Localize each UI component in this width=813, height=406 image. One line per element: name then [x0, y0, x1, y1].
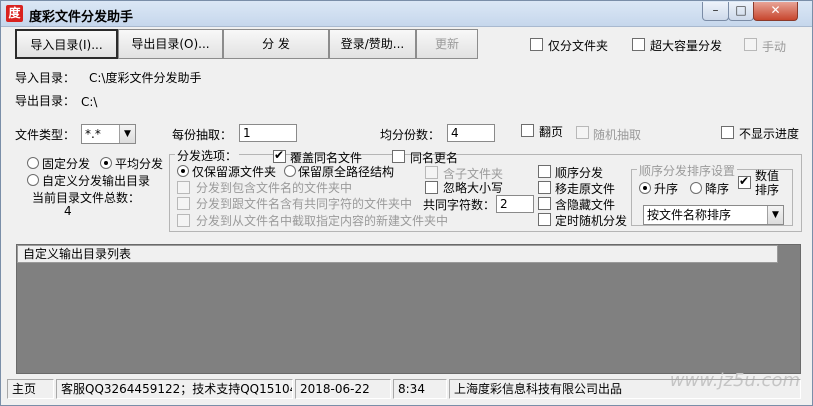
app-logo-icon: 度: [6, 5, 23, 22]
status-support: 客服QQ3264459122；技术支持QQ15104946.: [56, 379, 293, 399]
sequential-checkbox[interactable]: [538, 165, 551, 178]
total-files-value: 4: [64, 204, 72, 218]
sort-by-value: 按文件名称排序: [647, 208, 732, 222]
common-chars-input[interactable]: 2: [496, 195, 534, 213]
custom-mode-label: 自定义分发输出目录: [42, 174, 151, 188]
shares-input[interactable]: 4: [447, 124, 495, 142]
chevron-down-icon: ▼: [767, 206, 783, 224]
rename-label: 同名更名: [410, 151, 459, 165]
sort-asc-label: 升序: [654, 182, 679, 196]
manual-label: 手动: [762, 40, 787, 54]
timed-random-label: 定时随机分发: [555, 214, 628, 228]
update-button[interactable]: 更新: [416, 29, 478, 59]
app-window: 度 度彩文件分发助手 – □ ✕ 导入目录(I)... 导出目录(O)... 分…: [0, 0, 813, 406]
status-home[interactable]: 主页: [7, 379, 54, 399]
numeric-sort-checkbox[interactable]: [738, 174, 751, 189]
average-mode-label: 平均分发: [115, 157, 164, 171]
average-mode-radio[interactable]: [100, 157, 112, 169]
sequential-label: 顺序分发: [555, 166, 604, 180]
custom-output-list[interactable]: 自定义输出目录列表: [16, 244, 801, 374]
large-capacity-label: 超大容量分发: [650, 39, 723, 53]
to-common-char-folder-label: 分发到跟文件名含有共同字符的文件夹中: [196, 197, 413, 211]
total-files-label: 当前目录文件总数：: [32, 191, 141, 205]
sort-desc-radio[interactable]: [690, 182, 702, 194]
overwrite-checkbox[interactable]: [273, 148, 286, 163]
page-flip-label: 翻页: [539, 125, 564, 139]
to-new-folder-label: 分发到从文件名中截取指定内容的新建文件夹中: [196, 214, 449, 228]
per-extract-input[interactable]: 1: [239, 124, 297, 142]
sort-asc-radio[interactable]: [639, 182, 651, 194]
shares-label: 均分份数：: [380, 128, 441, 142]
hide-progress-checkbox[interactable]: [721, 126, 734, 139]
only-folders-checkbox[interactable]: [530, 38, 543, 51]
to-common-char-folder-checkbox[interactable]: [177, 197, 190, 210]
file-type-label: 文件类型：: [15, 128, 76, 142]
move-source-checkbox[interactable]: [538, 181, 551, 194]
client-area: 导入目录(I)... 导出目录(O)... 分 发 登录/赞助... 更新 仅分…: [5, 28, 808, 402]
list-header: 自定义输出目录列表: [17, 245, 778, 263]
timed-random-checkbox[interactable]: [538, 213, 551, 226]
only-folders-label: 仅分文件夹: [548, 39, 609, 53]
hide-progress-label: 不显示进度: [739, 127, 800, 141]
title-bar[interactable]: 度 度彩文件分发助手 – □ ✕: [1, 1, 812, 27]
close-button[interactable]: ✕: [753, 2, 798, 21]
chevron-down-icon: ▼: [119, 125, 135, 143]
dist-options-title: 分发选项：: [175, 147, 240, 164]
contains-subfile-checkbox[interactable]: [425, 166, 438, 179]
keep-full-path-radio[interactable]: [284, 165, 296, 177]
fixed-mode-label: 固定分发: [42, 157, 91, 171]
file-type-select[interactable]: *.* ▼: [81, 124, 136, 144]
to-new-folder-checkbox[interactable]: [177, 214, 190, 227]
numeric-sort-label: 数值排序: [755, 169, 780, 197]
include-hidden-label: 含隐藏文件: [555, 198, 616, 212]
fixed-mode-radio[interactable]: [27, 157, 39, 169]
include-hidden-checkbox[interactable]: [538, 197, 551, 210]
distribute-button[interactable]: 分 发: [223, 29, 329, 59]
to-containing-folder-checkbox[interactable]: [177, 181, 190, 194]
keep-source-radio[interactable]: [177, 165, 189, 177]
page-flip-checkbox[interactable]: [521, 124, 534, 137]
manual-checkbox[interactable]: [744, 38, 757, 51]
import-dir-value: C:\度彩文件分发助手: [89, 71, 202, 85]
status-date: 2018-06-22: [295, 379, 391, 399]
keep-source-label: 仅保留源文件夹: [192, 165, 277, 179]
to-containing-folder-label: 分发到包含文件名的文件夹中: [196, 181, 353, 195]
login-sponsor-button[interactable]: 登录/赞助...: [329, 29, 416, 59]
per-extract-label: 每份抽取：: [172, 128, 233, 142]
export-dir-value: C:\: [81, 95, 98, 109]
ignore-case-label: 忽略大小写: [443, 181, 504, 195]
import-dir-button[interactable]: 导入目录(I)...: [15, 29, 118, 59]
random-extract-label: 随机抽取: [593, 128, 642, 142]
sort-by-select[interactable]: 按文件名称排序 ▼: [643, 205, 784, 225]
large-capacity-checkbox[interactable]: [632, 38, 645, 51]
minimize-button[interactable]: –: [702, 2, 729, 21]
file-type-value: *.*: [85, 127, 101, 141]
status-bar: 主页 客服QQ3264459122；技术支持QQ15104946. 2018-0…: [5, 377, 808, 400]
ignore-case-checkbox[interactable]: [425, 181, 438, 194]
window-title: 度彩文件分发助手: [29, 10, 134, 25]
export-dir-label: 导出目录：: [15, 94, 76, 108]
rename-checkbox[interactable]: [392, 150, 405, 163]
sort-desc-label: 降序: [705, 182, 730, 196]
custom-mode-radio[interactable]: [27, 174, 39, 186]
random-extract-checkbox[interactable]: [576, 126, 589, 139]
common-chars-label: 共同字符数：: [423, 198, 496, 212]
export-dir-button[interactable]: 导出目录(O)...: [118, 29, 223, 59]
keep-full-path-label: 保留原全路径结构: [298, 165, 395, 179]
maximize-button[interactable]: □: [728, 2, 754, 21]
sort-settings-title: 顺序分发排序设置: [637, 162, 738, 179]
status-company: 上海度彩信息科技有限公司出品: [449, 379, 801, 399]
import-dir-label: 导入目录：: [15, 71, 76, 85]
status-time: 8:34: [393, 379, 447, 399]
move-source-label: 移走原文件: [555, 182, 616, 196]
